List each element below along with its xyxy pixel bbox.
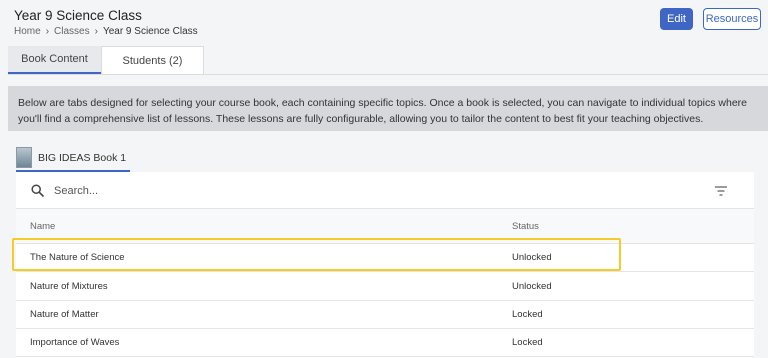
filter-icon[interactable] <box>714 185 728 197</box>
search-bar <box>16 172 754 209</box>
column-header-status[interactable]: Status <box>512 221 539 232</box>
table-row[interactable]: The Nature of Science Unlocked <box>16 243 754 272</box>
topic-status: Unlocked <box>512 252 552 263</box>
topic-name[interactable]: Nature of Mixtures <box>30 281 108 292</box>
breadcrumb-classes[interactable]: Classes <box>54 26 90 37</box>
topic-name[interactable]: Nature of Matter <box>30 309 99 320</box>
breadcrumb: Home › Classes › Year 9 Science Class <box>14 26 198 37</box>
search-icon <box>31 184 44 197</box>
tab-divider <box>8 74 768 75</box>
topic-status: Locked <box>512 309 543 320</box>
breadcrumb-home[interactable]: Home <box>14 26 41 37</box>
info-banner: Below are tabs designed for selecting yo… <box>8 86 768 131</box>
column-header-name[interactable]: Name <box>30 221 55 232</box>
tab-students[interactable]: Students (2) <box>101 46 204 74</box>
book-tab[interactable]: BIG IDEAS Book 1 <box>16 145 130 172</box>
chevron-right-icon: › <box>45 26 50 37</box>
topics-panel: Name Status The Nature of Science Unlock… <box>16 172 754 358</box>
book-cover-image <box>16 147 32 168</box>
breadcrumb-current: Year 9 Science Class <box>102 26 198 37</box>
topic-name[interactable]: The Nature of Science <box>30 252 125 263</box>
tab-book-content[interactable]: Book Content <box>8 46 101 74</box>
page-header: Year 9 Science Class Home › Classes › Ye… <box>14 8 198 37</box>
table-row[interactable]: Nature of Mixtures Unlocked <box>16 272 754 301</box>
book-tab-label: BIG IDEAS Book 1 <box>38 151 127 164</box>
table-row[interactable]: Nature of Matter Locked <box>16 300 754 329</box>
search-input[interactable] <box>52 181 456 201</box>
tab-bar: Book Content Students (2) <box>8 46 204 74</box>
table-row[interactable]: Importance of Waves Locked <box>16 328 754 357</box>
table-header: Name Status <box>16 209 754 244</box>
resources-button[interactable]: Resources <box>703 8 761 30</box>
topic-name[interactable]: Importance of Waves <box>30 337 119 348</box>
edit-button[interactable]: Edit <box>660 8 693 30</box>
chevron-right-icon: › <box>94 26 98 37</box>
topic-status: Unlocked <box>512 281 552 292</box>
topic-status: Locked <box>512 337 543 348</box>
page-title: Year 9 Science Class <box>14 8 142 23</box>
